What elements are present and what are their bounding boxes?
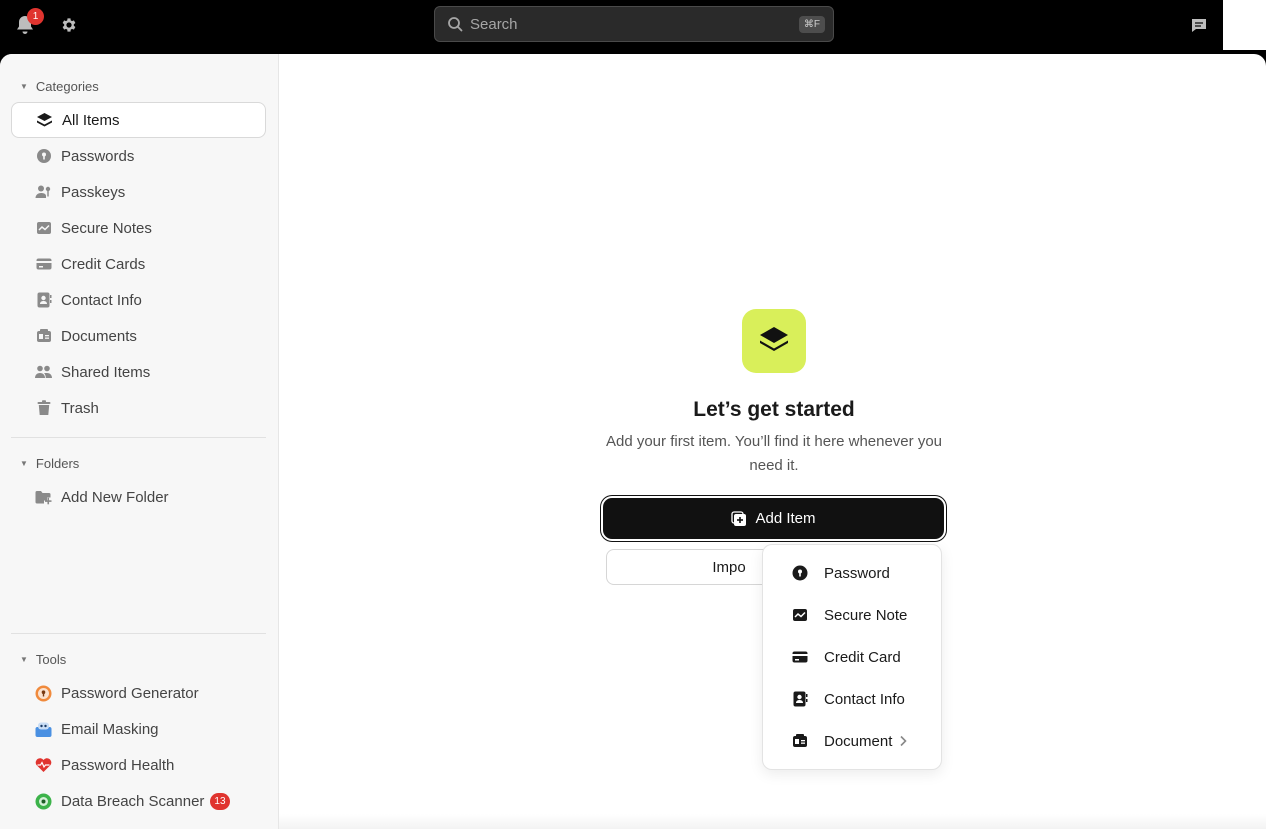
app-window: ▼ Categories All Items Passwords Passkey…	[0, 54, 1266, 829]
top-bar: 1 ⌘F	[0, 0, 1266, 54]
sidebar-item-shared-items[interactable]: Shared Items	[11, 354, 266, 390]
email-masking-icon	[35, 721, 52, 738]
folder-plus-icon	[35, 489, 52, 506]
note-icon	[35, 220, 52, 237]
menu-item-credit-card[interactable]: Credit Card	[763, 639, 941, 675]
sidebar-item-password-health[interactable]: Password Health	[11, 747, 266, 783]
sidebar-item-documents[interactable]: Documents	[11, 318, 266, 354]
page-title: Let’s get started	[693, 398, 855, 421]
caret-down-icon: ▼	[20, 655, 28, 664]
sidebar-divider	[11, 633, 266, 634]
breach-count-badge: 13	[210, 792, 230, 810]
search-input[interactable]	[470, 15, 799, 33]
caret-down-icon: ▼	[20, 82, 28, 91]
menu-item-document[interactable]: Document	[763, 723, 941, 759]
sidebar-item-data-breach-scanner[interactable]: Data Breach Scanner 13	[11, 783, 266, 819]
trash-icon	[35, 400, 52, 417]
menu-item-password[interactable]: Password	[763, 555, 941, 591]
page-subtitle: Add your first item. You’ll find it here…	[605, 433, 942, 474]
tools-header[interactable]: ▼ Tools	[20, 652, 66, 667]
categories-header[interactable]: ▼ Categories	[20, 79, 99, 94]
search-shortcut: ⌘F	[798, 15, 825, 33]
document-icon	[35, 328, 52, 345]
key-icon	[791, 565, 808, 582]
sidebar-item-passkeys[interactable]: Passkeys	[11, 174, 266, 210]
contact-icon	[35, 292, 52, 309]
sidebar-item-password-generator[interactable]: Password Generator	[11, 675, 266, 711]
add-item-menu: Password Secure Note Credit Card Contact…	[762, 544, 942, 770]
passkey-icon	[35, 184, 52, 201]
sidebar-item-contact-info[interactable]: Contact Info	[11, 282, 266, 318]
sidebar-item-credit-cards[interactable]: Credit Cards	[11, 246, 266, 282]
chat-icon[interactable]	[1187, 13, 1211, 37]
layers-icon	[36, 112, 53, 129]
bottom-fade	[279, 814, 1266, 829]
sidebar-item-all-items[interactable]: All Items	[11, 102, 266, 138]
note-icon	[791, 607, 808, 624]
sidebar-item-passwords[interactable]: Passwords	[11, 138, 266, 174]
caret-down-icon: ▼	[20, 459, 28, 468]
key-icon	[35, 148, 52, 165]
folders-header[interactable]: ▼ Folders	[20, 456, 79, 471]
sidebar: ▼ Categories All Items Passwords Passkey…	[0, 54, 279, 829]
menu-item-secure-note[interactable]: Secure Note	[763, 597, 941, 633]
add-new-folder-button[interactable]: Add New Folder	[11, 479, 266, 515]
add-item-icon	[731, 510, 747, 527]
add-item-button[interactable]: Add Item	[603, 498, 944, 539]
contact-icon	[791, 691, 808, 708]
gear-icon[interactable]	[57, 13, 81, 37]
sidebar-item-email-masking[interactable]: Email Masking	[11, 711, 266, 747]
notification-badge: 1	[27, 8, 44, 25]
heart-pulse-icon	[35, 757, 52, 774]
people-icon	[35, 364, 52, 381]
menu-item-contact-info[interactable]: Contact Info	[763, 681, 941, 717]
password-generator-icon	[35, 685, 52, 702]
search-bar[interactable]: ⌘F	[434, 6, 834, 42]
breach-scanner-icon	[35, 793, 52, 810]
sidebar-item-trash[interactable]: Trash	[11, 390, 266, 426]
document-icon	[791, 733, 808, 750]
chevron-right-icon	[899, 735, 908, 747]
layers-hero-icon	[742, 309, 806, 373]
search-icon	[446, 15, 464, 33]
sidebar-divider	[11, 437, 266, 438]
window-panel	[1223, 0, 1266, 50]
sidebar-item-secure-notes[interactable]: Secure Notes	[11, 210, 266, 246]
credit-card-icon	[35, 256, 52, 273]
credit-card-icon	[791, 649, 808, 666]
